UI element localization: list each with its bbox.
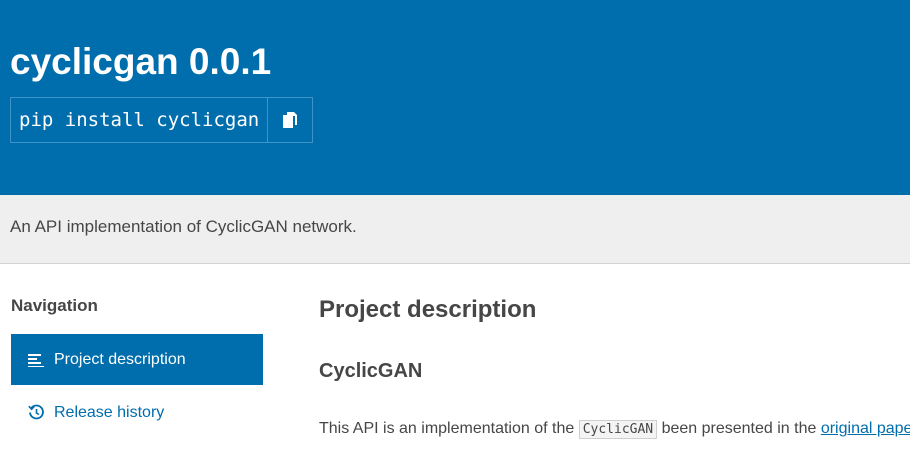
copy-button[interactable] — [267, 98, 312, 142]
paragraph-prefix: This API is an implementation of the — [319, 420, 579, 437]
summary-text: An API implementation of CyclicGAN netwo… — [10, 217, 357, 236]
history-icon — [27, 404, 45, 422]
package-header: cyclicgan 0.0.1 pip install cyclicgan — [0, 0, 910, 195]
readme-section-title: CyclicGAN — [319, 360, 423, 382]
nav-item-project-description[interactable]: Project description — [11, 334, 263, 385]
package-summary: An API implementation of CyclicGAN netwo… — [0, 195, 910, 264]
project-description-heading: Project description — [319, 296, 537, 323]
pip-install-box: pip install cyclicgan — [10, 97, 314, 143]
nav-item-label: Release history — [54, 403, 165, 421]
copy-icon — [283, 112, 298, 128]
inline-code: CyclicGAN — [578, 420, 658, 439]
navigation-heading: Navigation — [11, 296, 98, 315]
original-paper-link[interactable]: original paper — [821, 420, 910, 437]
description-paragraph: This API is an implementation of the Cyc… — [319, 420, 910, 439]
paragraph-middle: been presented in the — [657, 420, 821, 437]
nav-item-release-history[interactable]: Release history — [11, 387, 263, 438]
nav-item-label: Project description — [54, 350, 186, 368]
pip-command[interactable]: pip install cyclicgan — [11, 98, 267, 142]
lines-icon — [27, 351, 45, 369]
package-title: cyclicgan 0.0.1 — [10, 41, 272, 82]
